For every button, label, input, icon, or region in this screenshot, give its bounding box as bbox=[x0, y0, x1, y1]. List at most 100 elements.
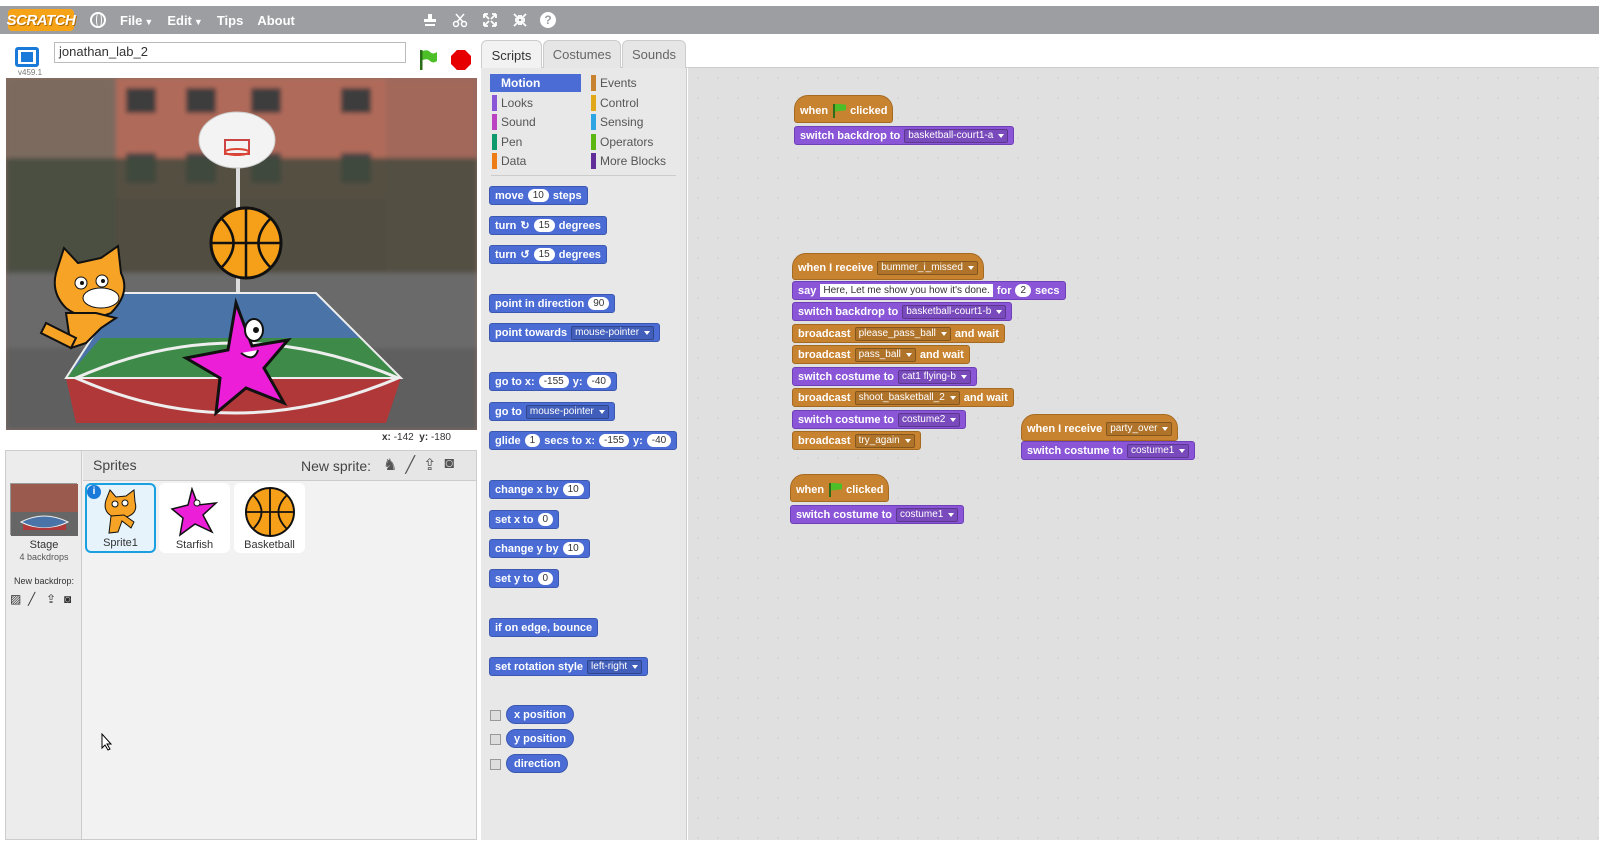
stop-sign-icon[interactable] bbox=[451, 50, 471, 70]
category-more-blocks[interactable]: More Blocks bbox=[589, 152, 680, 170]
block-move-steps[interactable]: move 10 steps bbox=[489, 186, 588, 205]
category-sound[interactable]: Sound bbox=[490, 113, 581, 131]
block-input[interactable]: -40 bbox=[646, 434, 672, 447]
info-icon[interactable]: i bbox=[87, 485, 101, 499]
switch-backdrop-block[interactable]: switch backdrop to basketball-court1-a bbox=[794, 126, 1015, 145]
switch-costume-block[interactable]: switch costume to costume1 bbox=[1021, 441, 1196, 460]
duplicate-stamp-icon[interactable] bbox=[420, 10, 440, 30]
block-input[interactable]: -40 bbox=[586, 375, 611, 388]
block-set-x[interactable]: set x to 0 bbox=[489, 510, 560, 529]
block-input[interactable]: -155 bbox=[538, 375, 569, 388]
edit-menu[interactable]: Edit ▼ bbox=[167, 13, 202, 28]
paint-brush-icon[interactable]: ╱ bbox=[405, 455, 415, 475]
green-flag-icon[interactable] bbox=[418, 49, 438, 71]
category-looks[interactable]: Looks bbox=[490, 94, 581, 112]
block-input[interactable]: 90 bbox=[588, 297, 610, 310]
category-sensing[interactable]: Sensing bbox=[589, 113, 680, 131]
block-dropdown[interactable]: party_over bbox=[1106, 422, 1173, 436]
block-set-y[interactable]: set y to 0 bbox=[489, 569, 560, 588]
broadcast-and-wait-block[interactable]: broadcast pass_ball and wait bbox=[792, 345, 970, 364]
block-dropdown[interactable]: mouse-pointer bbox=[571, 325, 655, 340]
block-dropdown[interactable]: left-right bbox=[587, 659, 643, 674]
block-point-in-direction[interactable]: point in direction 90 bbox=[489, 294, 616, 313]
tab-sounds[interactable]: Sounds bbox=[622, 40, 686, 68]
shrink-icon[interactable] bbox=[510, 10, 530, 30]
block-turn-left[interactable]: turn ↺ 15 degrees bbox=[489, 245, 607, 264]
block-turn-right[interactable]: turn ↻ 15 degrees bbox=[489, 216, 607, 235]
broadcast-block[interactable]: broadcast try_again bbox=[792, 431, 921, 450]
y-position-checkbox[interactable] bbox=[490, 734, 501, 745]
stage-thumbnail[interactable] bbox=[10, 483, 78, 536]
block-dropdown[interactable]: please_pass_ball bbox=[854, 326, 951, 341]
block-dropdown[interactable]: costume1 bbox=[895, 507, 959, 522]
backdrop-library-icon[interactable]: ▨ bbox=[10, 593, 24, 605]
block-go-to-xy[interactable]: go to x: -155 y: -40 bbox=[489, 372, 617, 391]
block-dropdown[interactable]: costume2 bbox=[897, 412, 961, 427]
block-input[interactable]: 15 bbox=[533, 248, 555, 261]
globe-icon[interactable] bbox=[90, 12, 106, 28]
camera-icon[interactable]: ◙ bbox=[444, 455, 454, 475]
category-motion[interactable]: Motion bbox=[490, 74, 581, 92]
sprite-tile-sprite1[interactable]: i Sprite1 bbox=[85, 483, 156, 553]
reporter-direction[interactable]: direction bbox=[506, 754, 569, 773]
block-set-rotation-style[interactable]: set rotation style left-right bbox=[489, 657, 649, 676]
tab-scripts[interactable]: Scripts bbox=[481, 40, 542, 69]
block-glide[interactable]: glide 1 secs to x: -155 y: -40 bbox=[489, 431, 678, 450]
camera-icon[interactable]: ◙ bbox=[64, 593, 78, 605]
block-input[interactable]: 0 bbox=[537, 572, 554, 585]
tab-costumes[interactable]: Costumes bbox=[543, 40, 621, 68]
when-flag-clicked-hat[interactable]: when clicked bbox=[794, 95, 894, 123]
block-go-to[interactable]: go to mouse-pointer bbox=[489, 402, 615, 421]
block-dropdown[interactable]: bummer_i_missed bbox=[877, 261, 978, 275]
file-menu[interactable]: File ▼ bbox=[120, 13, 153, 28]
fullscreen-icon[interactable] bbox=[15, 47, 39, 67]
upload-icon[interactable]: ⇪ bbox=[423, 455, 436, 475]
project-name-input[interactable]: jonathan_lab_2 bbox=[54, 42, 406, 63]
when-i-receive-hat[interactable]: when I receive bummer_i_missed bbox=[792, 253, 984, 280]
x-position-checkbox[interactable] bbox=[490, 710, 501, 721]
switch-costume-block[interactable]: switch costume to costume1 bbox=[790, 505, 965, 524]
stage-canvas[interactable] bbox=[6, 78, 477, 430]
block-dropdown[interactable]: costume1 bbox=[1126, 443, 1190, 458]
switch-backdrop-block[interactable]: switch backdrop to basketball-court1-b bbox=[792, 302, 1013, 321]
category-events[interactable]: Events bbox=[589, 74, 680, 92]
broadcast-and-wait-block[interactable]: broadcast shoot_basketball_2 and wait bbox=[792, 388, 1014, 407]
block-input[interactable]: 15 bbox=[533, 219, 555, 232]
block-point-towards[interactable]: point towards mouse-pointer bbox=[489, 323, 661, 342]
when-flag-clicked-hat[interactable]: when clicked bbox=[790, 474, 890, 502]
scratch-logo[interactable]: SCRATCH bbox=[7, 9, 76, 31]
block-input[interactable]: 10 bbox=[527, 189, 549, 202]
tips-menu[interactable]: Tips bbox=[217, 13, 244, 28]
block-input[interactable]: -155 bbox=[598, 434, 629, 447]
say-for-secs-block[interactable]: say Here, Let me show you how it's done. f… bbox=[792, 281, 1066, 300]
block-input[interactable]: 10 bbox=[562, 542, 584, 555]
direction-checkbox[interactable] bbox=[490, 759, 501, 770]
help-icon[interactable]: ? bbox=[540, 12, 556, 28]
category-operators[interactable]: Operators bbox=[589, 133, 680, 151]
when-i-receive-hat[interactable]: when I receive party_over bbox=[1021, 414, 1179, 441]
sprite-tile-starfish[interactable]: Starfish bbox=[159, 483, 230, 553]
reporter-y-position[interactable]: y position bbox=[506, 729, 574, 748]
block-dropdown[interactable]: shoot_basketball_2 bbox=[854, 390, 960, 405]
sprite-library-icon[interactable]: ♞ bbox=[383, 455, 397, 475]
block-dropdown[interactable]: mouse-pointer bbox=[525, 404, 609, 419]
upload-icon[interactable]: ⇪ bbox=[46, 593, 60, 605]
switch-costume-block[interactable]: switch costume to cat1 flying-b bbox=[792, 367, 977, 386]
block-dropdown[interactable]: basketball-court1-b bbox=[902, 304, 1007, 319]
block-input[interactable]: 1 bbox=[524, 434, 541, 447]
block-dropdown[interactable]: try_again bbox=[854, 433, 915, 448]
scripts-area[interactable]: when clicked switch backdrop to basketball… bbox=[688, 68, 1599, 840]
category-control[interactable]: Control bbox=[589, 94, 680, 112]
block-input[interactable]: Here, Let me show you how it's done. bbox=[820, 284, 993, 297]
block-input[interactable]: 2 bbox=[1015, 284, 1032, 297]
cut-scissors-icon[interactable] bbox=[450, 10, 470, 30]
category-data[interactable]: Data bbox=[490, 152, 581, 170]
block-input[interactable]: 0 bbox=[537, 513, 554, 526]
switch-costume-block[interactable]: switch costume to costume2 bbox=[792, 410, 967, 429]
block-dropdown[interactable]: pass_ball bbox=[854, 347, 916, 362]
about-menu[interactable]: About bbox=[257, 13, 295, 28]
broadcast-and-wait-block[interactable]: broadcast please_pass_ball and wait bbox=[792, 324, 1005, 343]
reporter-x-position[interactable]: x position bbox=[506, 705, 574, 724]
block-dropdown[interactable]: cat1 flying-b bbox=[897, 369, 971, 384]
block-input[interactable]: 10 bbox=[562, 483, 584, 496]
